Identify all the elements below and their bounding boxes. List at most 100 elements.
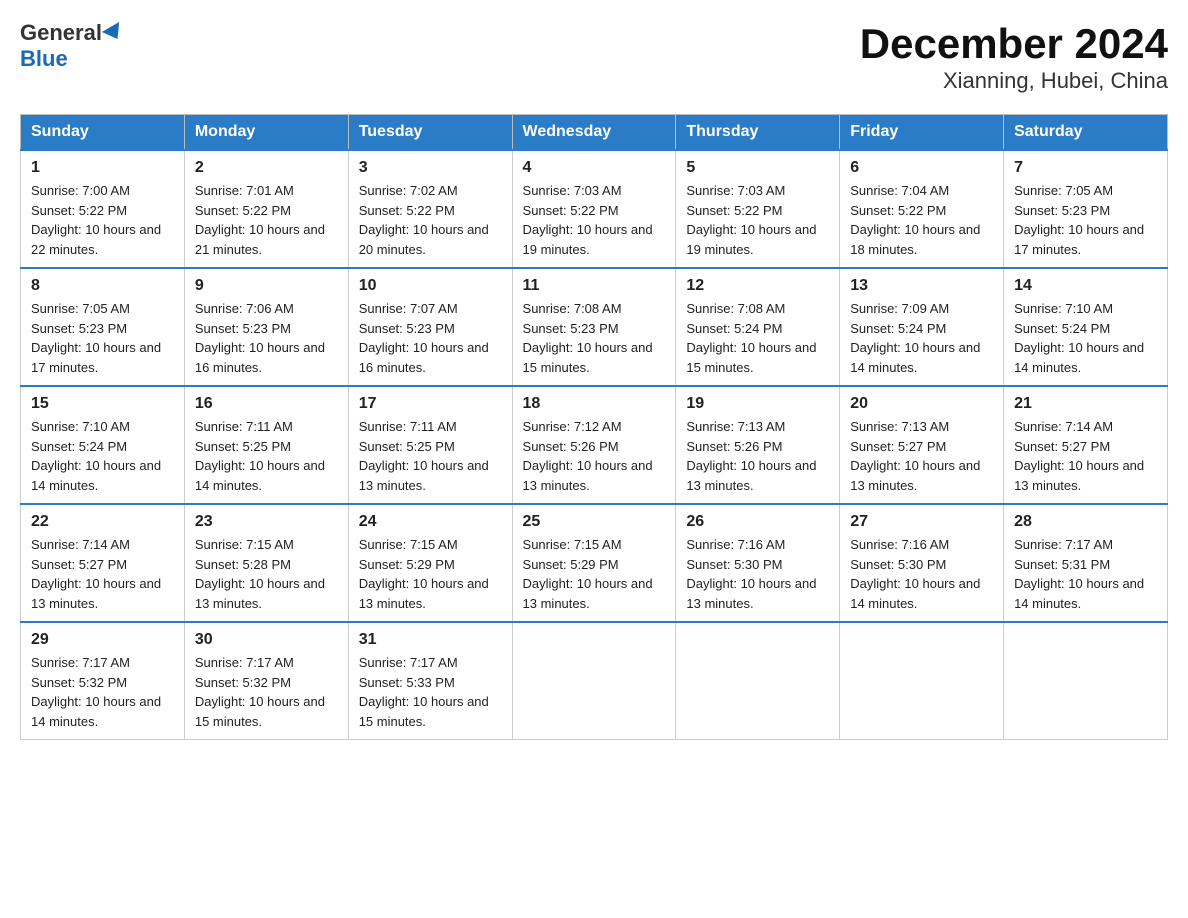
day-number: 13 — [850, 277, 993, 295]
logo: General Blue — [20, 20, 124, 72]
day-info: Sunrise: 7:15 AMSunset: 5:28 PMDaylight:… — [195, 535, 338, 613]
table-row — [1004, 622, 1168, 740]
col-monday: Monday — [184, 115, 348, 151]
table-row: 5 Sunrise: 7:03 AMSunset: 5:22 PMDayligh… — [676, 150, 840, 268]
table-row: 8 Sunrise: 7:05 AMSunset: 5:23 PMDayligh… — [21, 268, 185, 386]
table-row: 23 Sunrise: 7:15 AMSunset: 5:28 PMDaylig… — [184, 504, 348, 622]
table-row: 22 Sunrise: 7:14 AMSunset: 5:27 PMDaylig… — [21, 504, 185, 622]
day-info: Sunrise: 7:08 AMSunset: 5:23 PMDaylight:… — [523, 299, 666, 377]
table-row: 12 Sunrise: 7:08 AMSunset: 5:24 PMDaylig… — [676, 268, 840, 386]
day-info: Sunrise: 7:03 AMSunset: 5:22 PMDaylight:… — [523, 181, 666, 259]
page-header: General Blue December 2024 Xianning, Hub… — [20, 20, 1168, 94]
table-row: 18 Sunrise: 7:12 AMSunset: 5:26 PMDaylig… — [512, 386, 676, 504]
table-row: 4 Sunrise: 7:03 AMSunset: 5:22 PMDayligh… — [512, 150, 676, 268]
day-info: Sunrise: 7:05 AMSunset: 5:23 PMDaylight:… — [31, 299, 174, 377]
table-row: 13 Sunrise: 7:09 AMSunset: 5:24 PMDaylig… — [840, 268, 1004, 386]
table-row: 10 Sunrise: 7:07 AMSunset: 5:23 PMDaylig… — [348, 268, 512, 386]
table-row: 29 Sunrise: 7:17 AMSunset: 5:32 PMDaylig… — [21, 622, 185, 740]
day-number: 28 — [1014, 513, 1157, 531]
day-info: Sunrise: 7:03 AMSunset: 5:22 PMDaylight:… — [686, 181, 829, 259]
day-number: 23 — [195, 513, 338, 531]
day-number: 15 — [31, 395, 174, 413]
day-number: 10 — [359, 277, 502, 295]
day-info: Sunrise: 7:01 AMSunset: 5:22 PMDaylight:… — [195, 181, 338, 259]
calendar-title: December 2024 — [860, 20, 1168, 68]
title-block: December 2024 Xianning, Hubei, China — [860, 20, 1168, 94]
calendar-week-row: 15 Sunrise: 7:10 AMSunset: 5:24 PMDaylig… — [21, 386, 1168, 504]
calendar-week-row: 8 Sunrise: 7:05 AMSunset: 5:23 PMDayligh… — [21, 268, 1168, 386]
day-number: 5 — [686, 159, 829, 177]
calendar-subtitle: Xianning, Hubei, China — [860, 68, 1168, 94]
day-info: Sunrise: 7:15 AMSunset: 5:29 PMDaylight:… — [359, 535, 502, 613]
day-number: 14 — [1014, 277, 1157, 295]
day-number: 3 — [359, 159, 502, 177]
col-thursday: Thursday — [676, 115, 840, 151]
calendar-header-row: Sunday Monday Tuesday Wednesday Thursday… — [21, 115, 1168, 151]
table-row: 24 Sunrise: 7:15 AMSunset: 5:29 PMDaylig… — [348, 504, 512, 622]
table-row: 7 Sunrise: 7:05 AMSunset: 5:23 PMDayligh… — [1004, 150, 1168, 268]
day-number: 26 — [686, 513, 829, 531]
table-row: 31 Sunrise: 7:17 AMSunset: 5:33 PMDaylig… — [348, 622, 512, 740]
day-number: 24 — [359, 513, 502, 531]
table-row: 6 Sunrise: 7:04 AMSunset: 5:22 PMDayligh… — [840, 150, 1004, 268]
day-info: Sunrise: 7:17 AMSunset: 5:33 PMDaylight:… — [359, 653, 502, 731]
day-number: 2 — [195, 159, 338, 177]
day-info: Sunrise: 7:15 AMSunset: 5:29 PMDaylight:… — [523, 535, 666, 613]
table-row: 30 Sunrise: 7:17 AMSunset: 5:32 PMDaylig… — [184, 622, 348, 740]
table-row — [512, 622, 676, 740]
table-row: 14 Sunrise: 7:10 AMSunset: 5:24 PMDaylig… — [1004, 268, 1168, 386]
day-info: Sunrise: 7:17 AMSunset: 5:32 PMDaylight:… — [195, 653, 338, 731]
day-info: Sunrise: 7:04 AMSunset: 5:22 PMDaylight:… — [850, 181, 993, 259]
table-row: 2 Sunrise: 7:01 AMSunset: 5:22 PMDayligh… — [184, 150, 348, 268]
table-row: 25 Sunrise: 7:15 AMSunset: 5:29 PMDaylig… — [512, 504, 676, 622]
day-number: 29 — [31, 631, 174, 649]
day-info: Sunrise: 7:00 AMSunset: 5:22 PMDaylight:… — [31, 181, 174, 259]
day-info: Sunrise: 7:16 AMSunset: 5:30 PMDaylight:… — [850, 535, 993, 613]
day-number: 11 — [523, 277, 666, 295]
col-friday: Friday — [840, 115, 1004, 151]
day-info: Sunrise: 7:13 AMSunset: 5:26 PMDaylight:… — [686, 417, 829, 495]
logo-triangle-icon — [102, 22, 126, 44]
calendar-week-row: 29 Sunrise: 7:17 AMSunset: 5:32 PMDaylig… — [21, 622, 1168, 740]
day-info: Sunrise: 7:10 AMSunset: 5:24 PMDaylight:… — [1014, 299, 1157, 377]
table-row: 15 Sunrise: 7:10 AMSunset: 5:24 PMDaylig… — [21, 386, 185, 504]
day-number: 18 — [523, 395, 666, 413]
day-info: Sunrise: 7:13 AMSunset: 5:27 PMDaylight:… — [850, 417, 993, 495]
day-number: 22 — [31, 513, 174, 531]
day-info: Sunrise: 7:14 AMSunset: 5:27 PMDaylight:… — [31, 535, 174, 613]
day-info: Sunrise: 7:07 AMSunset: 5:23 PMDaylight:… — [359, 299, 502, 377]
col-tuesday: Tuesday — [348, 115, 512, 151]
table-row: 26 Sunrise: 7:16 AMSunset: 5:30 PMDaylig… — [676, 504, 840, 622]
calendar-week-row: 1 Sunrise: 7:00 AMSunset: 5:22 PMDayligh… — [21, 150, 1168, 268]
day-number: 21 — [1014, 395, 1157, 413]
day-info: Sunrise: 7:17 AMSunset: 5:31 PMDaylight:… — [1014, 535, 1157, 613]
day-info: Sunrise: 7:11 AMSunset: 5:25 PMDaylight:… — [359, 417, 502, 495]
day-number: 20 — [850, 395, 993, 413]
day-number: 30 — [195, 631, 338, 649]
day-number: 7 — [1014, 159, 1157, 177]
col-saturday: Saturday — [1004, 115, 1168, 151]
day-info: Sunrise: 7:17 AMSunset: 5:32 PMDaylight:… — [31, 653, 174, 731]
table-row: 16 Sunrise: 7:11 AMSunset: 5:25 PMDaylig… — [184, 386, 348, 504]
day-number: 25 — [523, 513, 666, 531]
calendar-week-row: 22 Sunrise: 7:14 AMSunset: 5:27 PMDaylig… — [21, 504, 1168, 622]
day-number: 8 — [31, 277, 174, 295]
table-row: 27 Sunrise: 7:16 AMSunset: 5:30 PMDaylig… — [840, 504, 1004, 622]
logo-general-text: General — [20, 20, 102, 46]
table-row: 17 Sunrise: 7:11 AMSunset: 5:25 PMDaylig… — [348, 386, 512, 504]
day-info: Sunrise: 7:06 AMSunset: 5:23 PMDaylight:… — [195, 299, 338, 377]
table-row: 9 Sunrise: 7:06 AMSunset: 5:23 PMDayligh… — [184, 268, 348, 386]
calendar-table: Sunday Monday Tuesday Wednesday Thursday… — [20, 114, 1168, 740]
day-number: 16 — [195, 395, 338, 413]
day-info: Sunrise: 7:12 AMSunset: 5:26 PMDaylight:… — [523, 417, 666, 495]
day-number: 17 — [359, 395, 502, 413]
col-wednesday: Wednesday — [512, 115, 676, 151]
day-number: 4 — [523, 159, 666, 177]
day-number: 1 — [31, 159, 174, 177]
table-row: 19 Sunrise: 7:13 AMSunset: 5:26 PMDaylig… — [676, 386, 840, 504]
day-info: Sunrise: 7:11 AMSunset: 5:25 PMDaylight:… — [195, 417, 338, 495]
table-row: 3 Sunrise: 7:02 AMSunset: 5:22 PMDayligh… — [348, 150, 512, 268]
table-row — [676, 622, 840, 740]
table-row: 11 Sunrise: 7:08 AMSunset: 5:23 PMDaylig… — [512, 268, 676, 386]
day-info: Sunrise: 7:09 AMSunset: 5:24 PMDaylight:… — [850, 299, 993, 377]
